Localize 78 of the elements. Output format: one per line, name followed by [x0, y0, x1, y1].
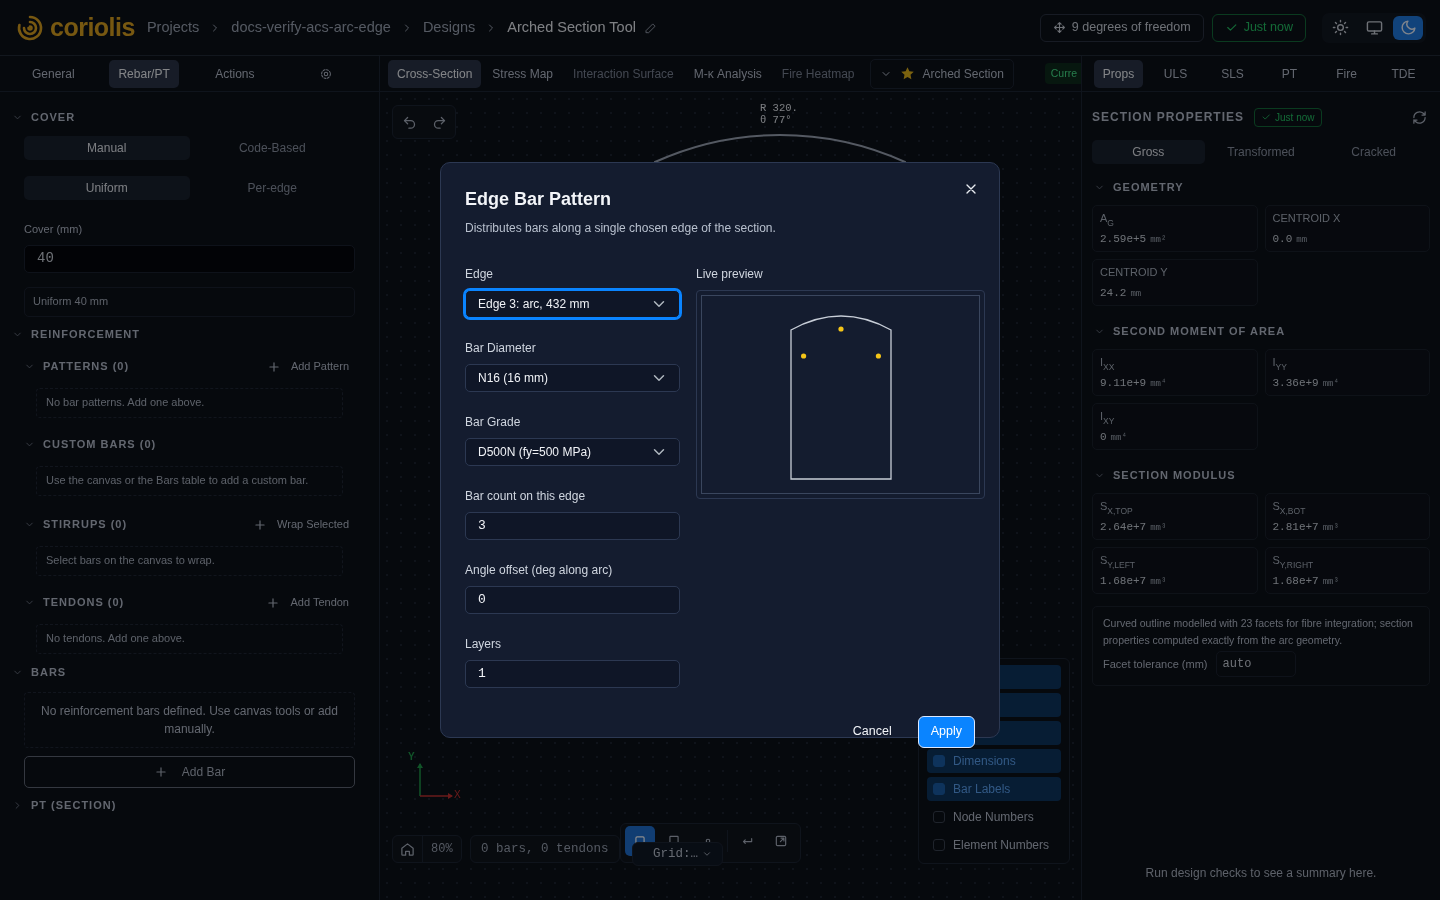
section-heading: SECTION MODULUS [1113, 467, 1236, 483]
layer-label: Bar Labels [953, 781, 1011, 798]
empty-message: Select bars on the canvas to wrap. [36, 545, 343, 576]
property-label: S$_{Y,LEFT}$ [1100, 554, 1137, 567]
empty-message: No tendons. Add one above. [36, 623, 343, 654]
property-label: S$_{X,BOT}$ [1272, 500, 1307, 513]
status-badge: Curre [1044, 62, 1081, 85]
design-name: Arched Section [922, 65, 1004, 83]
property-label: CENTROID Y [1100, 266, 1169, 279]
property-value: 1.68e+7 [1100, 575, 1147, 587]
empty-message: No bar patterns. Add one above. [36, 387, 343, 418]
dof-text: 9 degrees of freedom [1071, 19, 1191, 37]
property-value: 3.36e+9 [1272, 377, 1319, 389]
section-heading: REINFORCEMENT [31, 327, 140, 343]
property-label: S$_{X,TOP}$ [1100, 500, 1134, 513]
empty-message: Use the canvas or the Bars table to add a custom bar. [36, 465, 343, 496]
dimension-label: θ 77° [760, 114, 793, 126]
property-value: 0.0 [1272, 233, 1293, 245]
property-value: 2.81e+7 [1272, 521, 1319, 533]
layer-label: Dimensions [953, 753, 1016, 770]
section-heading: TENDONS (0) [43, 595, 125, 611]
property-value: 1.68e+7 [1272, 575, 1319, 587]
field-label: Bar Grade [465, 413, 522, 431]
property-unit: mm² [1150, 235, 1167, 245]
dimension-label: R 320. [760, 102, 798, 114]
field-label: Edge [465, 265, 495, 283]
empty-message: Run design checks to see a summary here. [1144, 865, 1378, 882]
property-unit: mm³ [1150, 523, 1167, 533]
property-unit: mm³ [1322, 523, 1339, 533]
property-label: I$_{XY}$ [1100, 410, 1116, 423]
status-counts: 0 bars, 0 tendons [470, 835, 620, 863]
property-label: I$_{XX}$ [1100, 356, 1116, 369]
field-label: Layers [465, 635, 503, 653]
zoom-level: 80% [430, 841, 454, 858]
property-unit: mm³ [1150, 577, 1167, 587]
property-unit: mm [1296, 235, 1308, 245]
section-heading: COVER [31, 109, 76, 125]
empty-message: No reinforcement bars defined. Use canvas tools or add manually. [24, 691, 355, 748]
property-label: I$_{YY}$ [1272, 356, 1288, 369]
dialog-title: Edge Bar Pattern [465, 189, 613, 211]
panel-title: SECTION PROPERTIES [1092, 109, 1245, 126]
layer-label: Node Numbers [953, 809, 1034, 826]
section-heading: PT (SECTION) [31, 798, 117, 814]
section-heading: SECOND MOMENT OF AREA [1113, 323, 1286, 339]
section-heading: STIRRUPS (0) [43, 517, 128, 533]
property-value: 0 [1100, 431, 1107, 443]
page-title: Arched Section Tool [507, 17, 636, 37]
section-heading: PATTERNS (0) [43, 359, 130, 375]
property-unit: mm⁴ [1150, 379, 1167, 389]
property-value: 9.11e+9 [1100, 377, 1147, 389]
dialog-description: Distributes bars along a single chosen edge of the section. [465, 219, 777, 237]
property-value: 2.59e+5 [1100, 233, 1147, 245]
section-heading: BARS [31, 665, 67, 681]
property-label: A$_{G}$ [1100, 212, 1115, 225]
save-text: Just now [1243, 19, 1293, 37]
layer-label: Element Numbers [953, 837, 1050, 854]
cover-summary: Uniform 40 mm [24, 286, 355, 317]
field-label: Facet tolerance (mm) [1103, 656, 1208, 672]
note-text: Curved outline modelled with 23 facets for fibre integration; section properties computed exactly from the arc geometry. [1103, 616, 1414, 648]
property-unit: mm [1130, 289, 1142, 299]
logo-text: coriolis [50, 11, 135, 43]
axis-label: Y [408, 752, 415, 762]
field-label: Bar Diameter [465, 339, 537, 357]
field-label: Bar count on this edge [465, 487, 587, 505]
property-label: CENTROID X [1272, 212, 1342, 225]
section-heading: GEOMETRY [1113, 179, 1184, 195]
axis-label: X [454, 790, 461, 800]
field-label: Cover (mm) [24, 222, 84, 237]
status-badge: Just now [1254, 107, 1322, 127]
property-label: S$_{Y,RIGHT}$ [1272, 554, 1315, 567]
property-unit: mm³ [1322, 577, 1339, 587]
field-label: Angle offset (deg along arc) [465, 561, 614, 579]
property-unit: mm⁴ [1110, 433, 1127, 443]
property-value: 24.2 [1100, 287, 1127, 299]
section-heading: CUSTOM BARS (0) [43, 437, 157, 453]
field-label: Live preview [696, 265, 764, 283]
property-unit: mm⁴ [1322, 379, 1339, 389]
property-value: 2.64e+7 [1100, 521, 1147, 533]
